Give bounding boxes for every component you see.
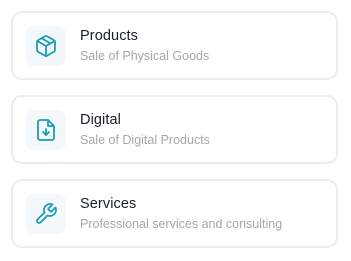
- package-box-icon: [36, 35, 56, 57]
- wrench-icon: [36, 203, 57, 224]
- option-card-services[interactable]: Services Professional services and consu…: [11, 179, 338, 248]
- option-subtitle: Professional services and consulting: [80, 217, 283, 231]
- option-title: Services: [80, 196, 137, 212]
- option-subtitle: Sale of Digital Products: [80, 133, 210, 147]
- file-download-icon: [37, 119, 55, 141]
- option-title: Digital: [80, 112, 121, 128]
- option-card-products[interactable]: Products Sale of Physical Goods: [11, 11, 338, 80]
- option-icon-tile: [26, 26, 66, 66]
- option-subtitle: Sale of Physical Goods: [80, 49, 210, 63]
- option-icon-tile: [26, 194, 66, 234]
- product-type-list: Products Sale of Physical Goods Digital …: [0, 0, 351, 261]
- option-icon-tile: [26, 110, 66, 150]
- option-title: Products: [80, 28, 139, 44]
- option-card-digital[interactable]: Digital Sale of Digital Products: [11, 95, 338, 164]
